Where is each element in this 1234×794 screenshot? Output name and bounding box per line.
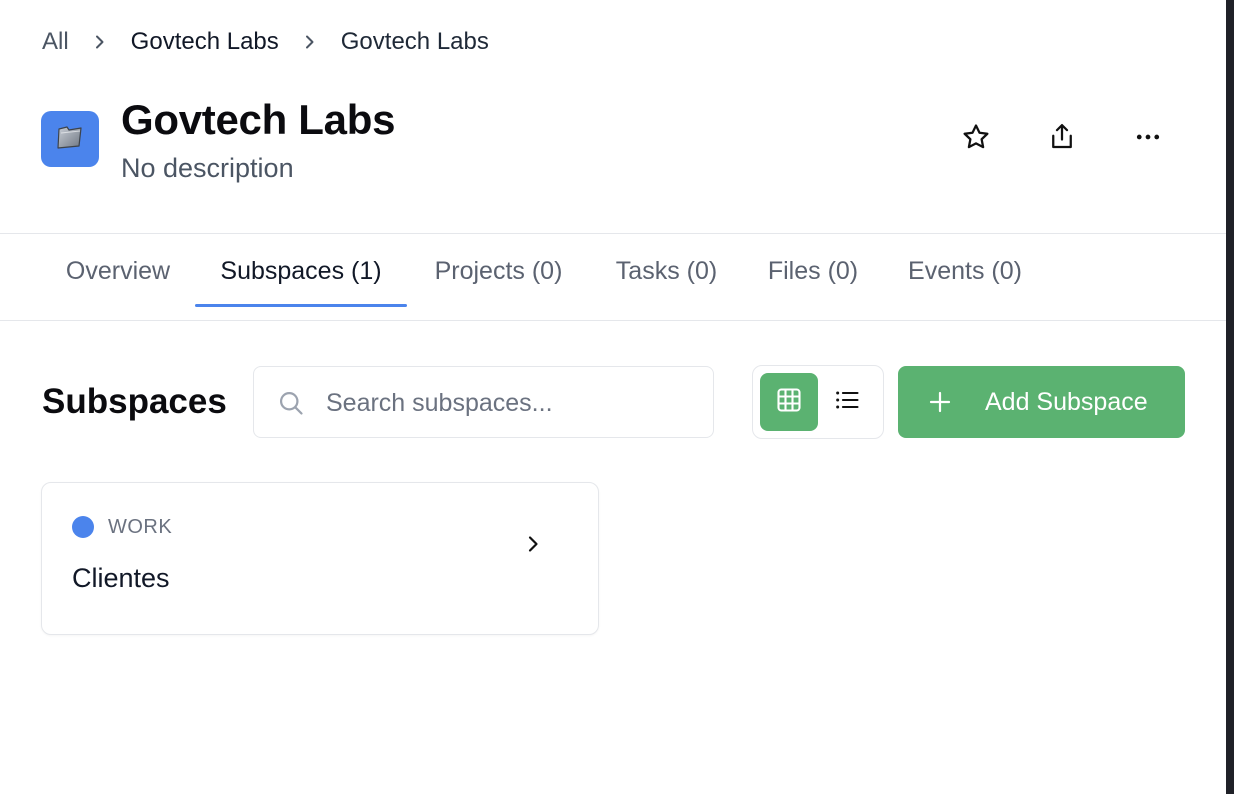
breadcrumb: All Govtech Labs Govtech Labs: [42, 27, 489, 57]
search-icon: [277, 389, 305, 417]
tab-overview[interactable]: Overview: [42, 234, 194, 308]
chevron-right-icon: [93, 35, 107, 49]
grid-view-button[interactable]: [760, 373, 818, 431]
tab-events[interactable]: Events (0): [883, 234, 1047, 308]
tab-bar: Overview Subspaces (1) Projects (0) Task…: [0, 233, 1226, 321]
view-toggle: [752, 365, 884, 439]
grid-icon: [775, 386, 803, 419]
search-box: [253, 366, 714, 438]
folder-icon: [56, 124, 84, 155]
section-title: Subspaces: [42, 382, 227, 421]
tab-files[interactable]: Files (0): [743, 234, 883, 308]
tab-subspaces[interactable]: Subspaces (1): [195, 234, 407, 308]
subspace-type: WORK: [108, 516, 173, 538]
star-icon: [961, 122, 991, 157]
plus-icon: [928, 390, 952, 414]
list-view-button[interactable]: [818, 373, 876, 431]
share-button[interactable]: [1044, 121, 1080, 157]
add-subspace-button[interactable]: Add Subspace: [898, 366, 1185, 438]
breadcrumb-current: Govtech Labs: [340, 28, 489, 55]
tab-tasks[interactable]: Tasks (0): [590, 234, 743, 308]
share-icon: [1047, 122, 1077, 157]
chevron-right-icon: [522, 533, 544, 555]
more-icon: [1133, 122, 1163, 157]
page-description: No description: [121, 153, 294, 183]
breadcrumb-all[interactable]: All: [42, 28, 69, 56]
search-input[interactable]: [326, 381, 696, 425]
list-icon: [833, 386, 861, 419]
subspace-name: Clientes: [72, 563, 170, 593]
status-dot: [72, 516, 94, 538]
tab-projects[interactable]: Projects (0): [407, 234, 590, 308]
subspaces-page: All Govtech Labs Govtech Labs Govtech La…: [0, 0, 1226, 794]
chevron-right-icon: [303, 35, 317, 49]
window-edge: [1226, 0, 1234, 794]
add-subspace-label: Add Subspace: [985, 388, 1148, 416]
breadcrumb-parent[interactable]: Govtech Labs: [131, 28, 279, 56]
active-tab-indicator: [195, 304, 407, 307]
subspace-card[interactable]: WORK Clientes: [41, 482, 599, 635]
more-options-button[interactable]: [1130, 121, 1166, 157]
favorite-button[interactable]: [958, 121, 994, 157]
space-avatar: [41, 111, 99, 167]
page-title: Govtech Labs: [121, 96, 396, 143]
